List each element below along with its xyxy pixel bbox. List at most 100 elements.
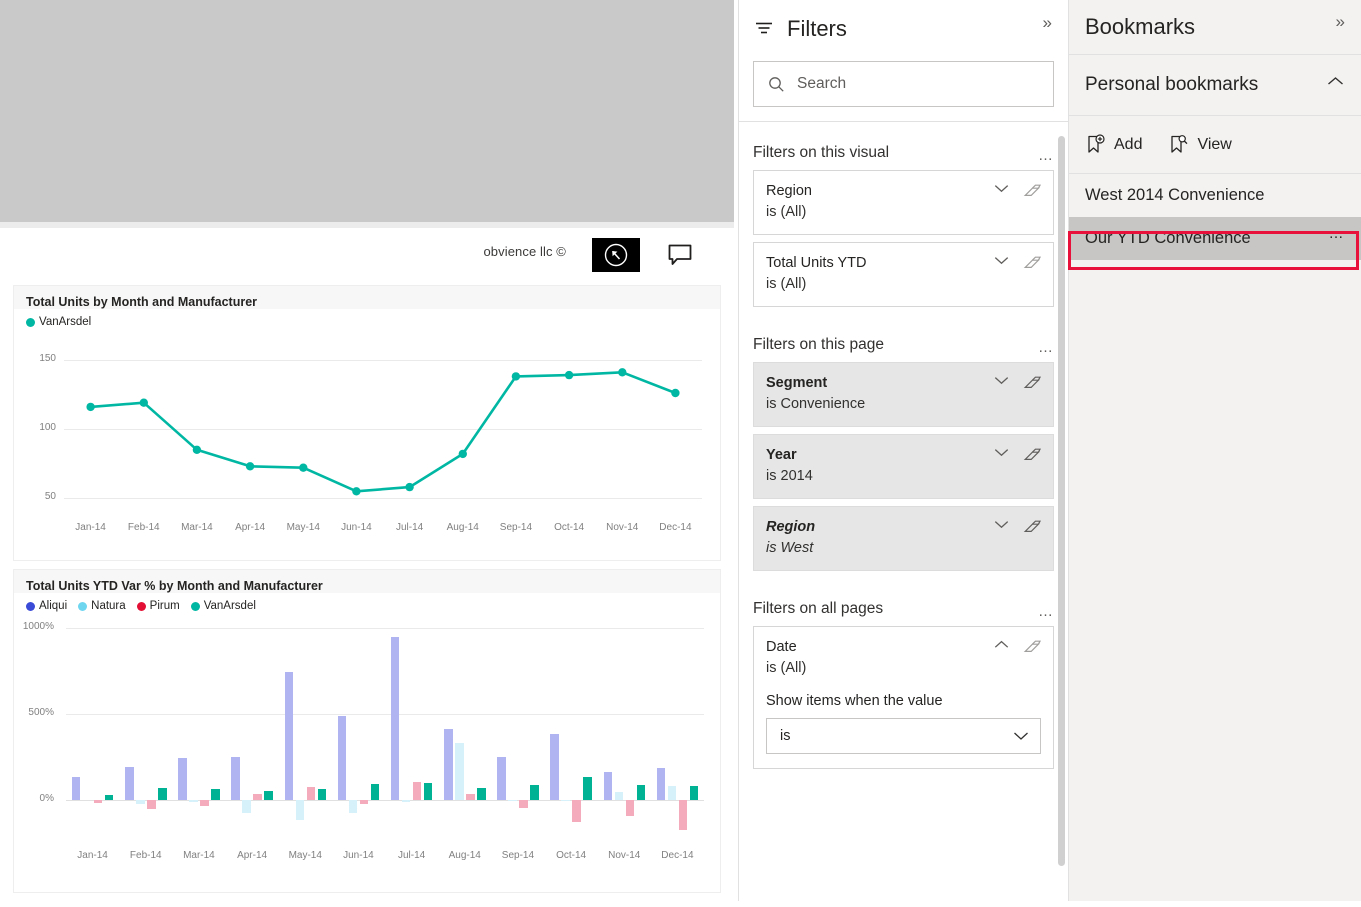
bar-aliqui[interactable] bbox=[604, 772, 613, 799]
line-series-vanarsdel bbox=[14, 328, 720, 546]
bar-pirum[interactable] bbox=[466, 794, 475, 800]
filter-card-region-visual[interactable]: Region is (All) bbox=[753, 170, 1054, 235]
clear-filter-eraser-icon[interactable] bbox=[1023, 518, 1042, 537]
bar-vanarsdel[interactable] bbox=[211, 789, 220, 799]
chevron-down-icon[interactable] bbox=[994, 448, 1009, 457]
filter-card-region-page[interactable]: Region is West bbox=[753, 506, 1054, 571]
bookmark-label: Our YTD Convenience bbox=[1085, 229, 1251, 248]
bookmark-item-our-ytd-convenience[interactable]: Our YTD Convenience … bbox=[1069, 217, 1361, 260]
clear-filter-eraser-icon[interactable] bbox=[1023, 374, 1042, 393]
filter-card-total-units-ytd[interactable]: Total Units YTD is (All) bbox=[753, 242, 1054, 307]
bar-vanarsdel[interactable] bbox=[264, 791, 273, 800]
bar-aliqui[interactable] bbox=[285, 672, 294, 800]
bar-pirum[interactable] bbox=[94, 800, 103, 804]
legend-item-vanarsdel[interactable]: VanArsdel bbox=[191, 600, 256, 612]
legend-item-vanarsdel[interactable]: VanArsdel bbox=[26, 316, 91, 328]
chevron-down-icon[interactable] bbox=[994, 520, 1009, 529]
filter-card-date[interactable]: Date is (All) Show items when the value … bbox=[753, 626, 1054, 769]
bar-aliqui[interactable] bbox=[231, 757, 240, 800]
bar-natura[interactable] bbox=[136, 800, 145, 804]
bookmarks-header: Bookmarks » bbox=[1069, 0, 1361, 55]
bar-pirum[interactable] bbox=[253, 794, 262, 800]
bar-natura[interactable] bbox=[455, 743, 464, 800]
bar-aliqui[interactable] bbox=[444, 729, 453, 799]
filter-group-menu[interactable]: … bbox=[1038, 606, 1054, 618]
bar-vanarsdel[interactable] bbox=[690, 786, 699, 800]
bar-vanarsdel[interactable] bbox=[530, 785, 539, 800]
legend-item-natura[interactable]: Natura bbox=[78, 600, 126, 612]
bar-aliqui[interactable] bbox=[338, 716, 347, 800]
filter-card-year[interactable]: Year is 2014 bbox=[753, 434, 1054, 499]
legend-swatch-natura bbox=[78, 602, 87, 611]
filters-scrollbar[interactable] bbox=[1058, 136, 1065, 866]
bar-aliqui[interactable] bbox=[178, 758, 187, 799]
x-axis-tick-label: May-14 bbox=[273, 522, 333, 533]
filter-group-title: Filters on all pages bbox=[753, 600, 883, 618]
comment-bubble-icon[interactable] bbox=[652, 238, 708, 272]
bar-pirum[interactable] bbox=[413, 782, 422, 800]
view-bookmarks-button[interactable]: View bbox=[1168, 134, 1231, 155]
bar-vanarsdel[interactable] bbox=[105, 795, 114, 799]
clear-filter-eraser-icon[interactable] bbox=[1023, 446, 1042, 465]
clear-filter-eraser-icon[interactable] bbox=[1023, 182, 1042, 201]
x-axis-tick-label: Sep-14 bbox=[488, 850, 548, 861]
bar-pirum[interactable] bbox=[360, 800, 369, 804]
bar-vanarsdel[interactable] bbox=[371, 784, 380, 799]
bar-natura[interactable] bbox=[242, 800, 251, 813]
bar-pirum[interactable] bbox=[626, 800, 635, 816]
bar-pirum[interactable] bbox=[307, 787, 316, 800]
bar-aliqui[interactable] bbox=[497, 757, 506, 800]
bar-vanarsdel[interactable] bbox=[477, 788, 486, 800]
filters-body[interactable]: Filters on this visual … Region is (All) bbox=[739, 122, 1068, 907]
add-bookmark-button[interactable]: Add bbox=[1085, 134, 1142, 155]
bar-pirum[interactable] bbox=[572, 800, 581, 822]
bar-natura[interactable] bbox=[296, 800, 305, 821]
bar-vanarsdel[interactable] bbox=[583, 777, 592, 799]
bar-vanarsdel[interactable] bbox=[424, 783, 433, 800]
chevron-down-icon[interactable] bbox=[994, 376, 1009, 385]
filter-card-segment[interactable]: Segment is Convenience bbox=[753, 362, 1054, 427]
filters-search-wrap: Search bbox=[739, 57, 1068, 121]
bar-pirum[interactable] bbox=[679, 800, 688, 830]
filter-group-menu[interactable]: … bbox=[1038, 150, 1054, 162]
bar-natura[interactable] bbox=[402, 800, 411, 803]
bar-pirum[interactable] bbox=[519, 800, 528, 809]
line-chart-plot: 50100150Jan-14Feb-14Mar-14Apr-14May-14Ju… bbox=[14, 328, 720, 546]
double-chevron-right-icon[interactable]: » bbox=[1043, 14, 1052, 31]
bar-natura[interactable] bbox=[508, 800, 517, 801]
bar-natura[interactable] bbox=[349, 800, 358, 814]
bar-aliqui[interactable] bbox=[391, 637, 400, 800]
visual-line-chart[interactable]: Total Units by Month and Manufacturer Va… bbox=[14, 286, 720, 560]
clear-filter-eraser-icon[interactable] bbox=[1023, 254, 1042, 273]
bar-natura[interactable] bbox=[189, 800, 198, 803]
bookmark-item-west-2014-convenience[interactable]: West 2014 Convenience bbox=[1069, 174, 1361, 217]
search-input[interactable]: Search bbox=[753, 61, 1054, 107]
bar-aliqui[interactable] bbox=[72, 777, 81, 799]
legend-item-pirum[interactable]: Pirum bbox=[137, 600, 180, 612]
chevron-down-icon[interactable] bbox=[994, 184, 1009, 193]
bookmark-add-icon bbox=[1085, 134, 1106, 155]
bar-pirum[interactable] bbox=[147, 800, 156, 809]
bookmark-item-menu[interactable]: … bbox=[1329, 228, 1346, 240]
bar-natura[interactable] bbox=[561, 800, 570, 801]
visual-bar-chart[interactable]: Total Units YTD Var % by Month and Manuf… bbox=[14, 570, 720, 892]
filter-card-value: is (All) bbox=[766, 202, 1041, 223]
bar-aliqui[interactable] bbox=[657, 768, 666, 800]
bar-vanarsdel[interactable] bbox=[158, 788, 167, 800]
filter-operator-select[interactable]: is bbox=[766, 718, 1041, 754]
legend-item-aliqui[interactable]: Aliqui bbox=[26, 600, 67, 612]
bar-pirum[interactable] bbox=[200, 800, 209, 806]
chevron-up-icon[interactable] bbox=[1327, 76, 1344, 86]
chevron-down-icon[interactable] bbox=[994, 256, 1009, 265]
bar-aliqui[interactable] bbox=[550, 734, 559, 799]
bar-natura[interactable] bbox=[615, 792, 624, 800]
clear-filter-eraser-icon[interactable] bbox=[1023, 638, 1042, 657]
filter-group-menu[interactable]: … bbox=[1038, 342, 1054, 354]
bar-vanarsdel[interactable] bbox=[318, 789, 327, 799]
bar-vanarsdel[interactable] bbox=[637, 785, 646, 800]
chevron-up-icon[interactable] bbox=[994, 640, 1009, 649]
bar-natura[interactable] bbox=[668, 786, 677, 800]
bar-aliqui[interactable] bbox=[125, 767, 134, 800]
personal-bookmarks-section-header[interactable]: Personal bookmarks bbox=[1069, 55, 1361, 116]
double-chevron-right-icon[interactable]: » bbox=[1336, 13, 1345, 30]
